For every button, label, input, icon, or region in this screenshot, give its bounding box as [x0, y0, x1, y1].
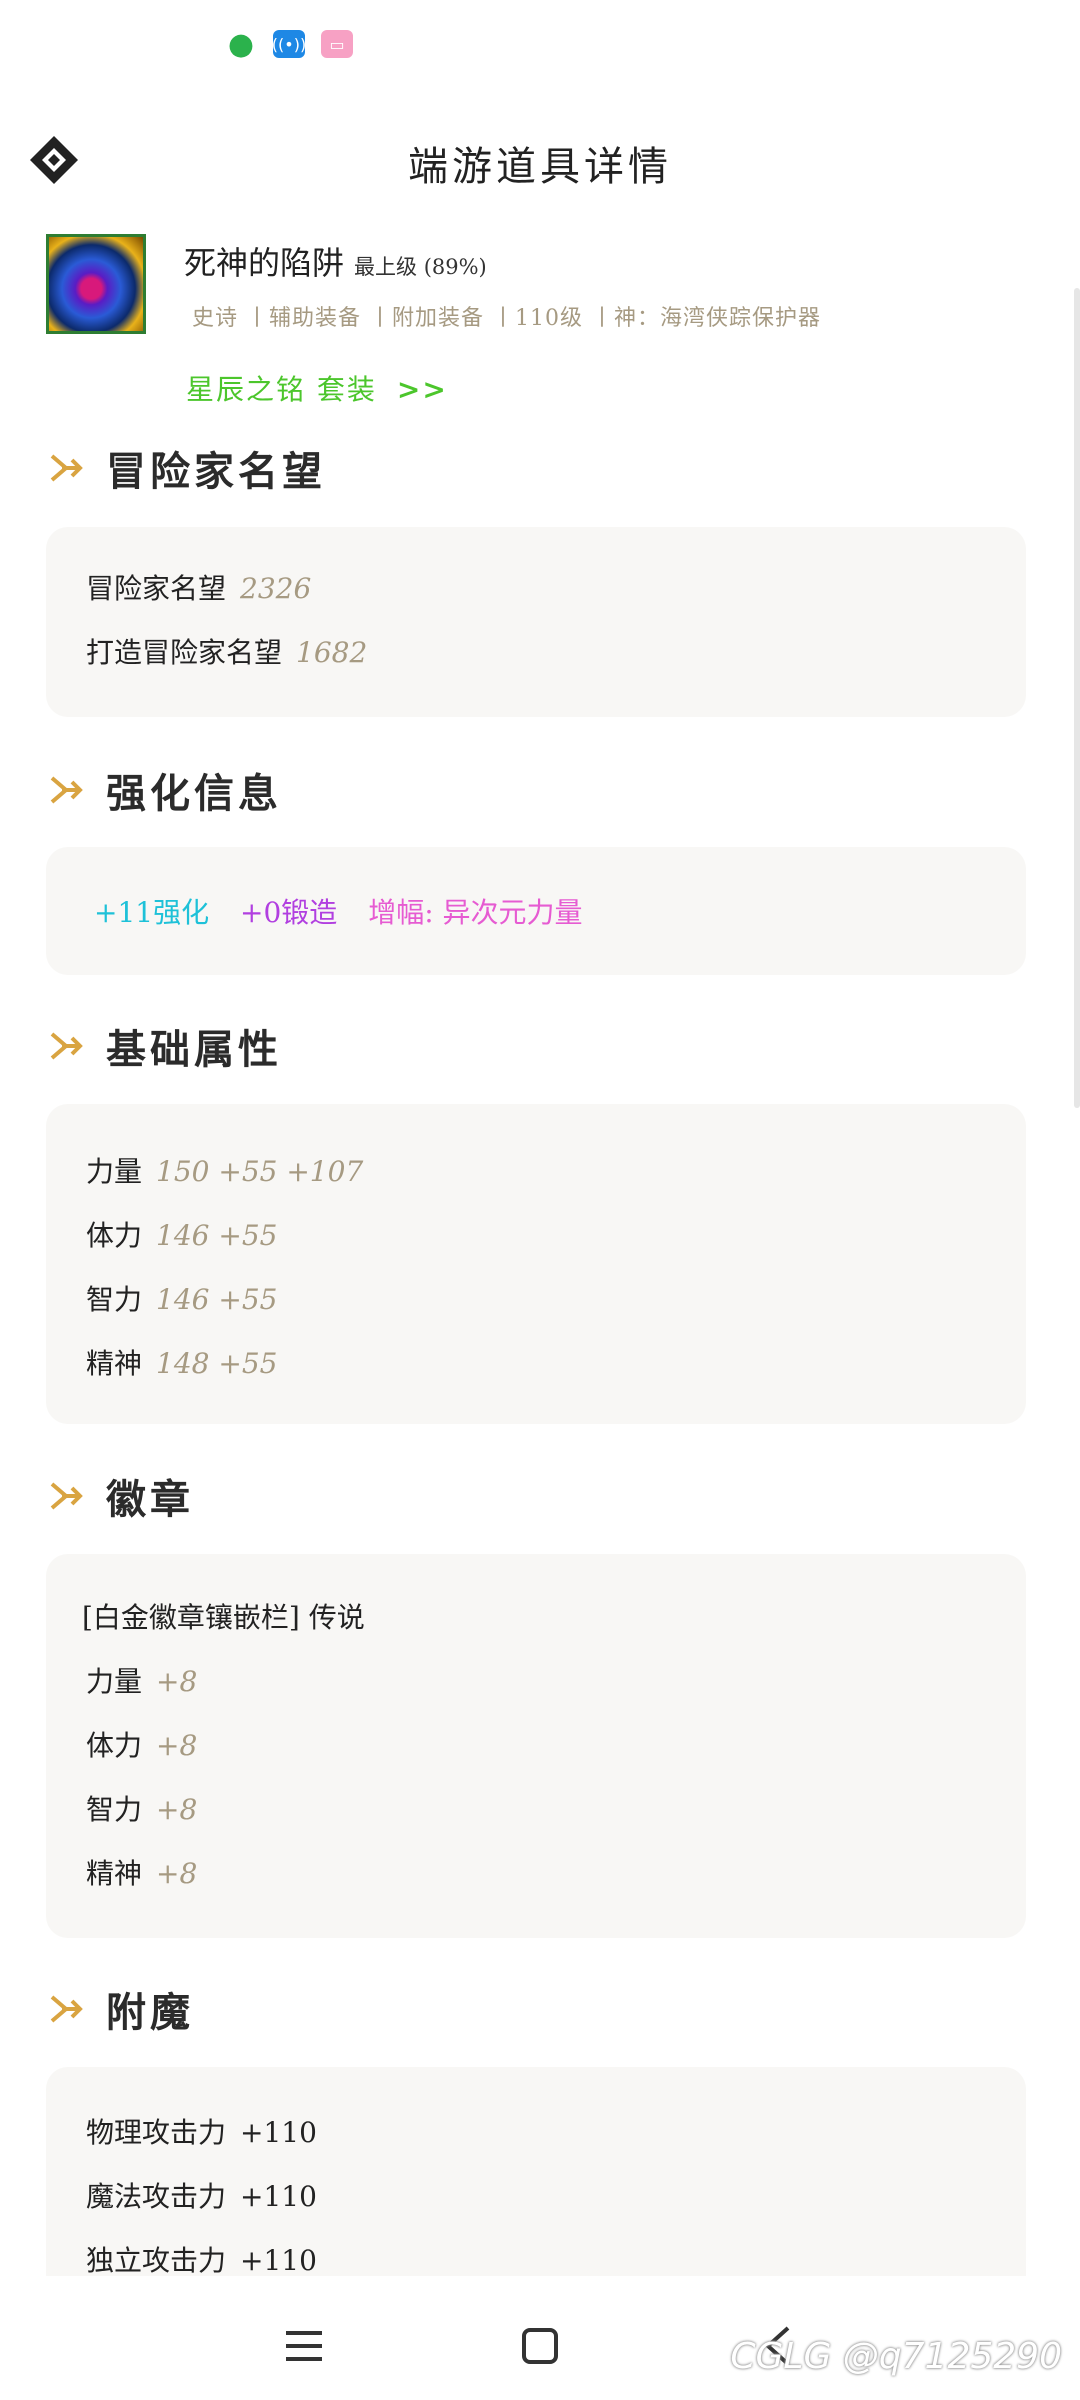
row-label: 力量 [86, 1665, 143, 1698]
enhance-line: +11强化 +0锻造 增幅: 异次元力量 [94, 891, 583, 931]
section-arrow-icon [50, 776, 83, 804]
emblem-row: 体力 +8 [86, 1724, 197, 1764]
section-arrow-icon [50, 1032, 83, 1060]
row-value: 1682 [296, 636, 368, 669]
amplify-info: 增幅: 异次元力量 [368, 896, 583, 929]
section-arrow-icon [50, 1482, 83, 1510]
emblem-row: 智力 +8 [86, 1788, 197, 1828]
item-image-icon [46, 234, 146, 334]
row-value: 146 +55 [156, 1219, 278, 1252]
row-label: 智力 [86, 1283, 143, 1316]
row-label: 精神 [86, 1347, 143, 1380]
row-value: 146 +55 [156, 1283, 278, 1316]
section-title-emblem: 徽章 [46, 1466, 194, 1526]
hotspot-icon: ((•)) [272, 30, 306, 58]
menu-icon [286, 2331, 322, 2361]
fame-row: 打造冒险家名望 1682 [86, 631, 367, 671]
enchant-row: 独立攻击力 +110 [86, 2239, 317, 2279]
section-title-text: 附魔 [106, 1989, 194, 2036]
bilibili-icon: ▭ [321, 30, 353, 58]
row-value: +110 [240, 2244, 317, 2277]
set-link[interactable]: 星辰之铭 套装 >> [186, 368, 448, 408]
row-value: +8 [156, 1729, 198, 1762]
emblem-row: 力量 +8 [86, 1660, 197, 1700]
chevron-right-icon: >> [396, 373, 448, 406]
section-title-text: 强化信息 [106, 770, 282, 817]
row-value: 2326 [240, 572, 312, 605]
section-title-base: 基础属性 [46, 1016, 282, 1076]
set-label: 星辰之铭 套装 [186, 373, 377, 406]
section-arrow-icon [50, 1995, 83, 2023]
row-label: 打造冒险家名望 [86, 636, 283, 669]
fame-row: 冒险家名望 2326 [86, 567, 311, 607]
row-value: 150 +55 +107 [156, 1155, 364, 1188]
enhance-card: +11强化 +0锻造 增幅: 异次元力量 [46, 847, 1026, 975]
attr-row: 精神 148 +55 [86, 1342, 277, 1382]
row-label: 精神 [86, 1857, 143, 1890]
home-icon [522, 2328, 558, 2364]
item-name: 死神的陷阱 最上级 (89%) [184, 238, 487, 284]
row-value: 148 +55 [156, 1347, 278, 1380]
home-button[interactable] [510, 2316, 570, 2376]
row-label: 力量 [86, 1155, 143, 1188]
row-label: 智力 [86, 1793, 143, 1826]
row-label: 魔法攻击力 [86, 2180, 227, 2213]
row-value: +8 [156, 1665, 198, 1698]
row-label: 体力 [86, 1729, 143, 1762]
section-title-text: 徽章 [106, 1476, 194, 1523]
attr-row: 智力 146 +55 [86, 1278, 277, 1318]
item-grade: 最上级 (89%) [354, 255, 487, 279]
row-value: +8 [156, 1793, 198, 1826]
enchant-row: 魔法攻击力 +110 [86, 2175, 317, 2215]
section-title-fame: 冒险家名望 [46, 438, 326, 498]
row-label: 物理攻击力 [86, 2116, 227, 2149]
base-card: 力量 150 +55 +107 体力 146 +55 智力 146 +55 精神 148… [46, 1104, 1026, 1424]
item-meta: 史诗 丨辅助装备 丨附加装备 丨110级 丨神：海湾侠踪保护器 [192, 306, 821, 331]
row-label: 体力 [86, 1219, 143, 1252]
forge-level: +0锻造 [240, 896, 338, 929]
section-title-text: 基础属性 [106, 1026, 282, 1073]
section-title-enchant: 附魔 [46, 1979, 194, 2039]
row-label: 独立攻击力 [86, 2244, 227, 2277]
attr-row: 体力 146 +55 [86, 1214, 277, 1254]
enchant-row: 物理攻击力 +110 [86, 2111, 317, 2151]
scrollbar[interactable] [1074, 288, 1080, 1108]
page-title: 端游道具详情 [408, 144, 672, 190]
attr-row: 力量 150 +55 +107 [86, 1150, 363, 1190]
row-value: +110 [240, 2116, 317, 2149]
header: 端游道具详情 [0, 120, 1080, 210]
item-name-text: 死神的陷阱 [184, 244, 345, 282]
row-label: 冒险家名望 [86, 572, 227, 605]
fame-card: 冒险家名望 2326 打造冒险家名望 1682 [46, 527, 1026, 717]
row-value: +110 [240, 2180, 317, 2213]
section-arrow-icon [50, 454, 83, 482]
reinforce-level: +11强化 [94, 896, 210, 929]
emblem-row: 精神 +8 [86, 1852, 197, 1892]
wechat-icon: ● [225, 27, 257, 62]
section-title-text: 冒险家名望 [106, 448, 326, 495]
status-bar: ● ((•)) ▭ [225, 27, 353, 62]
watermark: CGLG @q7125290 [730, 2336, 1062, 2377]
row-value: +8 [156, 1857, 198, 1890]
emblem-slot-header: [白金徽章镶嵌栏] 传说 [82, 1601, 365, 1634]
menu-button[interactable] [274, 2316, 334, 2376]
section-title-enhance: 强化信息 [46, 760, 282, 820]
emblem-card: [白金徽章镶嵌栏] 传说 力量 +8 体力 +8 智力 +8 精神 +8 [46, 1554, 1026, 1938]
